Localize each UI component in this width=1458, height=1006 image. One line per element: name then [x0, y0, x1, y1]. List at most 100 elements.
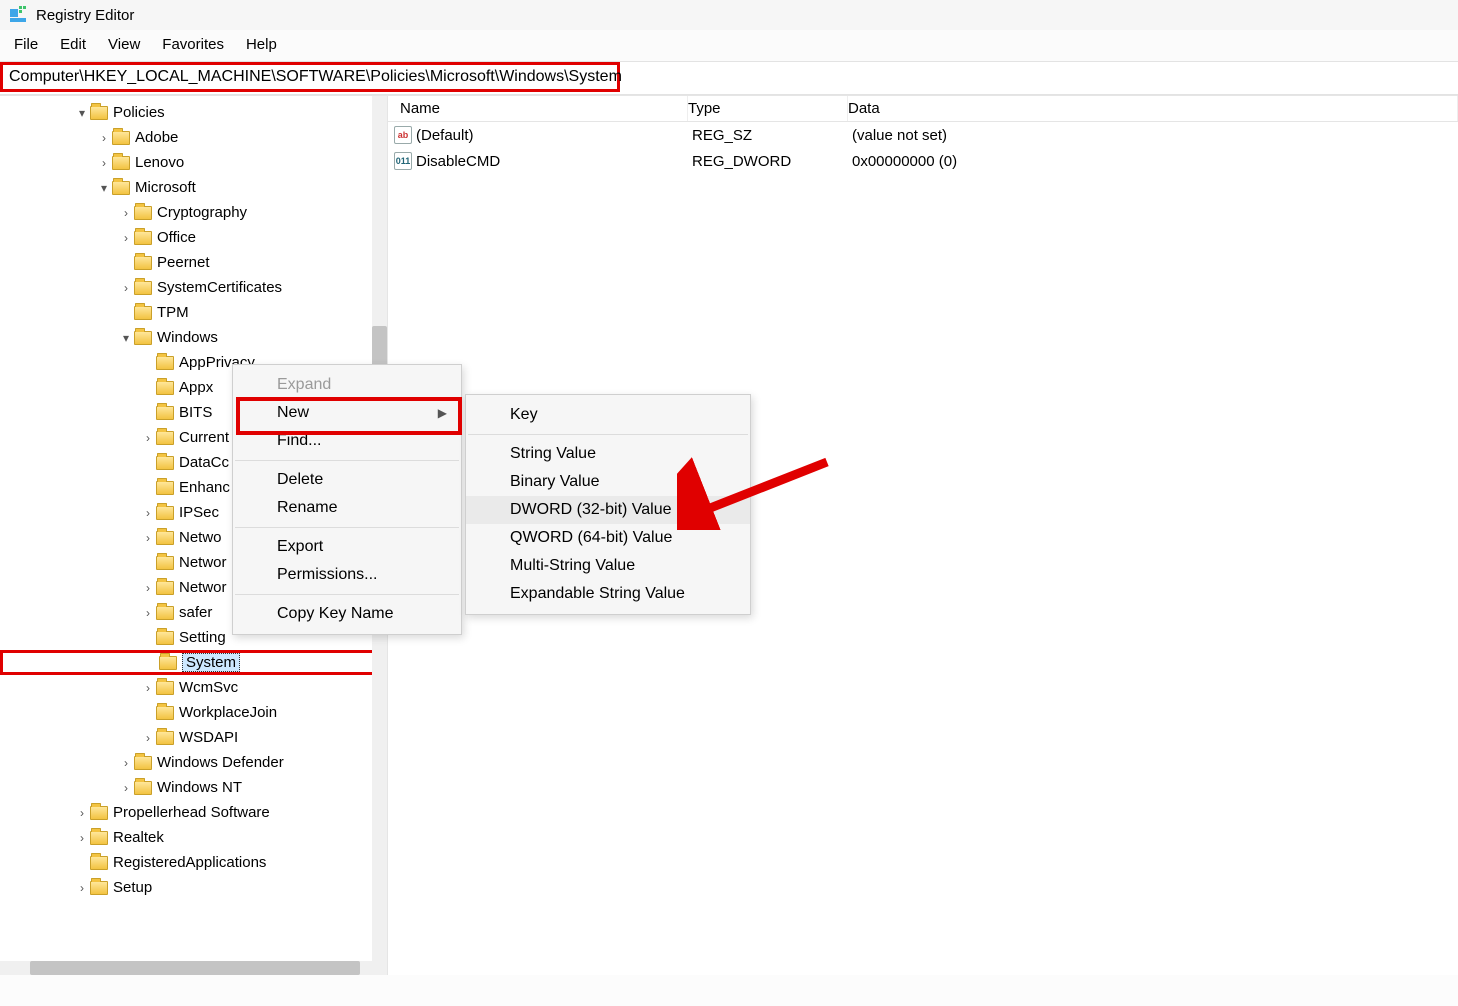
folder-icon: [156, 706, 174, 720]
folder-icon: [90, 831, 108, 845]
ctx-new-expandable[interactable]: Expandable String Value: [466, 580, 750, 608]
ctx-permissions[interactable]: Permissions...: [233, 561, 461, 589]
tree-item-system[interactable]: ·System: [0, 650, 387, 675]
folder-icon: [156, 731, 174, 745]
string-icon: ab: [394, 126, 412, 144]
folder-icon: [90, 806, 108, 820]
folder-icon: [112, 131, 130, 145]
folder-icon: [134, 206, 152, 220]
tree-item-setup[interactable]: ›Setup: [0, 875, 387, 900]
folder-icon: [134, 781, 152, 795]
address-bar[interactable]: Computer\HKEY_LOCAL_MACHINE\SOFTWARE\Pol…: [0, 62, 620, 92]
separator: [235, 594, 459, 595]
tree-item-realtek[interactable]: ›Realtek: [0, 825, 387, 850]
folder-icon: [134, 256, 152, 270]
tree-item-wcmsvc[interactable]: ›WcmSvc: [0, 675, 387, 700]
menu-bar: File Edit View Favorites Help: [0, 30, 1458, 61]
folder-icon: [112, 181, 130, 195]
ctx-rename[interactable]: Rename: [233, 494, 461, 522]
tree-item-adobe[interactable]: ›Adobe: [0, 125, 387, 150]
folder-icon: [90, 856, 108, 870]
folder-icon: [156, 531, 174, 545]
menu-file[interactable]: File: [14, 36, 38, 53]
title-bar: Registry Editor: [0, 0, 1458, 30]
chevron-right-icon: ▶: [438, 406, 447, 420]
tree-item-windows-nt[interactable]: ›Windows NT: [0, 775, 387, 800]
tree-item-peernet[interactable]: ·Peernet: [0, 250, 387, 275]
tree-item-propellerhead[interactable]: ›Propellerhead Software: [0, 800, 387, 825]
folder-icon: [159, 656, 177, 670]
separator: [235, 527, 459, 528]
tree-item-lenovo[interactable]: ›Lenovo: [0, 150, 387, 175]
value-name: DisableCMD: [416, 153, 692, 170]
tree-item-workplacejoin[interactable]: ·WorkplaceJoin: [0, 700, 387, 725]
folder-icon: [112, 156, 130, 170]
folder-icon: [90, 881, 108, 895]
folder-icon: [156, 381, 174, 395]
separator: [468, 434, 748, 435]
tree-item-regapps[interactable]: ·RegisteredApplications: [0, 850, 387, 875]
tree-item-microsoft[interactable]: ▾Microsoft: [0, 175, 387, 200]
separator: [235, 460, 459, 461]
folder-icon: [134, 306, 152, 320]
folder-icon: [156, 681, 174, 695]
folder-icon: [156, 606, 174, 620]
ctx-new[interactable]: New▶: [233, 399, 461, 427]
folder-icon: [90, 106, 108, 120]
value-row[interactable]: 011 DisableCMD REG_DWORD 0x00000000 (0): [388, 148, 1458, 174]
tree-item-systemcertificates[interactable]: ›SystemCertificates: [0, 275, 387, 300]
folder-icon: [156, 631, 174, 645]
dword-icon: 011: [394, 152, 412, 170]
app-icon: [10, 6, 28, 24]
tree-item-wsdapi[interactable]: ›WSDAPI: [0, 725, 387, 750]
value-type: REG_SZ: [692, 127, 852, 144]
tree-item-windows-defender[interactable]: ›Windows Defender: [0, 750, 387, 775]
ctx-export[interactable]: Export: [233, 533, 461, 561]
ctx-new-binary[interactable]: Binary Value: [466, 468, 750, 496]
ctx-new-dword[interactable]: DWORD (32-bit) Value: [466, 496, 750, 524]
tree-horizontal-scrollbar[interactable]: [0, 961, 372, 975]
folder-icon: [156, 581, 174, 595]
column-headers: Name Type Data: [388, 96, 1458, 122]
menu-favorites[interactable]: Favorites: [162, 36, 224, 53]
folder-icon: [134, 756, 152, 770]
ctx-find[interactable]: Find...: [233, 427, 461, 455]
menu-view[interactable]: View: [108, 36, 140, 53]
tree-item-tpm[interactable]: ·TPM: [0, 300, 387, 325]
value-row[interactable]: ab (Default) REG_SZ (value not set): [388, 122, 1458, 148]
address-bar-container: Computer\HKEY_LOCAL_MACHINE\SOFTWARE\Pol…: [0, 61, 1458, 95]
ctx-new-qword[interactable]: QWORD (64-bit) Value: [466, 524, 750, 552]
context-menu-key: Expand New▶ Find... Delete Rename Export…: [232, 364, 462, 635]
folder-icon: [156, 356, 174, 370]
folder-icon: [156, 456, 174, 470]
value-type: REG_DWORD: [692, 153, 852, 170]
value-data: 0x00000000 (0): [852, 153, 1458, 170]
ctx-new-multistring[interactable]: Multi-String Value: [466, 552, 750, 580]
folder-icon: [134, 231, 152, 245]
column-type[interactable]: Type: [688, 96, 848, 121]
folder-icon: [134, 281, 152, 295]
context-menu-new: Key String Value Binary Value DWORD (32-…: [465, 394, 751, 615]
tree-item-cryptography[interactable]: ›Cryptography: [0, 200, 387, 225]
menu-help[interactable]: Help: [246, 36, 277, 53]
ctx-new-key[interactable]: Key: [466, 401, 750, 429]
window-title: Registry Editor: [36, 7, 134, 24]
value-data: (value not set): [852, 127, 1458, 144]
ctx-delete[interactable]: Delete: [233, 466, 461, 494]
ctx-expand[interactable]: Expand: [233, 371, 461, 399]
folder-icon: [156, 431, 174, 445]
ctx-new-string[interactable]: String Value: [466, 440, 750, 468]
value-name: (Default): [416, 127, 692, 144]
folder-icon: [156, 506, 174, 520]
folder-icon: [156, 556, 174, 570]
column-data[interactable]: Data: [848, 96, 1458, 121]
folder-icon: [156, 406, 174, 420]
tree-item-policies[interactable]: ▾Policies: [0, 100, 387, 125]
tree-item-office[interactable]: ›Office: [0, 225, 387, 250]
folder-icon: [134, 331, 152, 345]
tree-item-windows[interactable]: ▾Windows: [0, 325, 387, 350]
folder-icon: [156, 481, 174, 495]
column-name[interactable]: Name: [388, 96, 688, 121]
ctx-copy-key-name[interactable]: Copy Key Name: [233, 600, 461, 628]
menu-edit[interactable]: Edit: [60, 36, 86, 53]
